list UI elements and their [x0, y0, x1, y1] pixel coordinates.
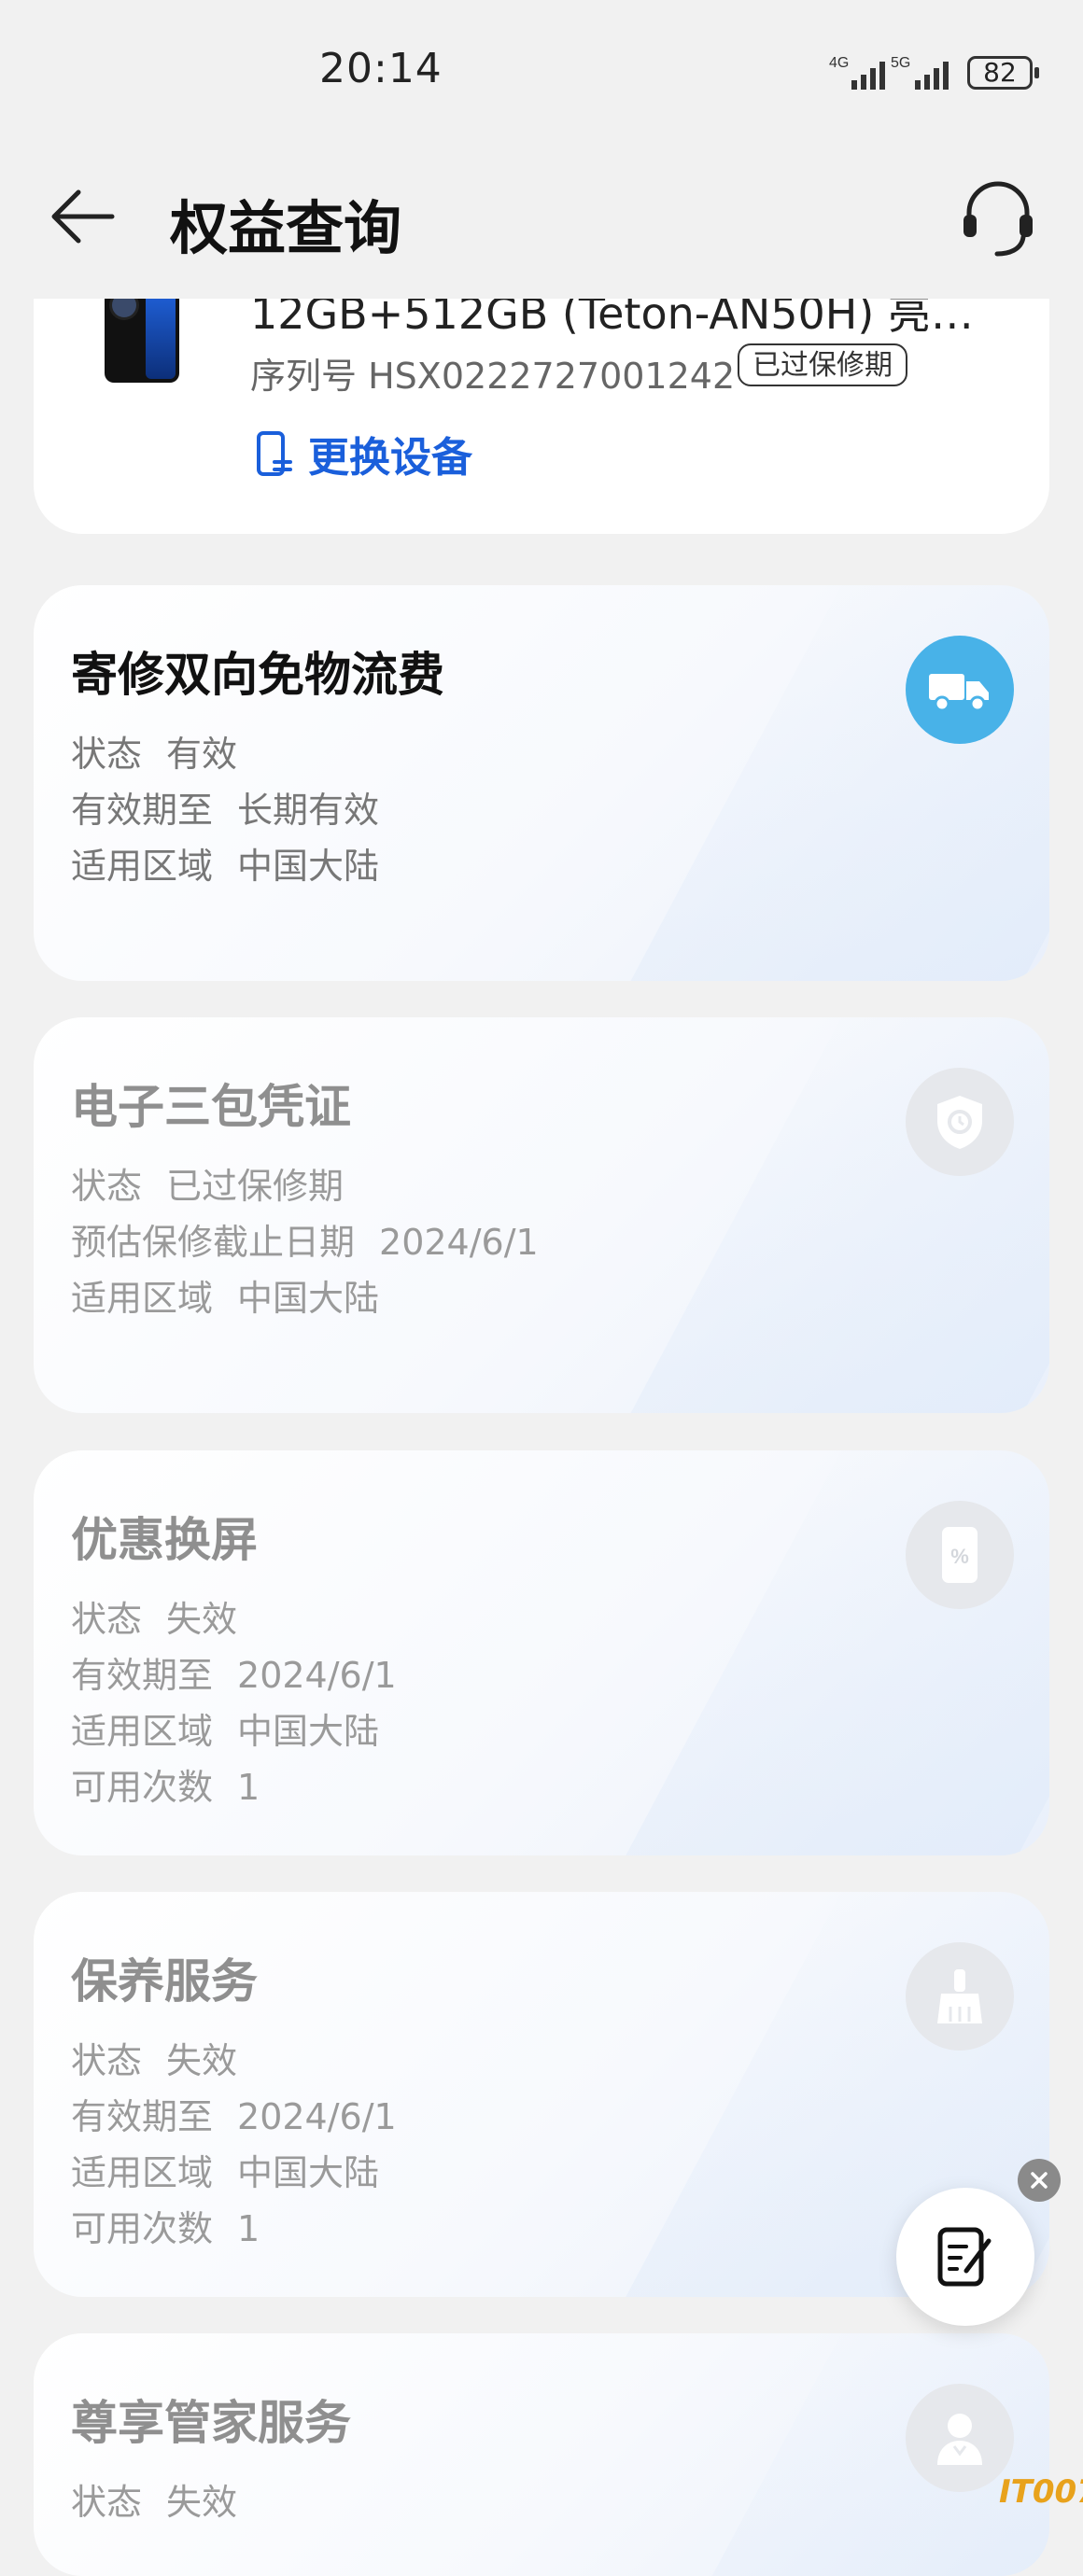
serial-value: HSX0222727001242: [368, 356, 736, 397]
status-bar: 20:14 4G 5G 82: [0, 0, 1083, 140]
benefit-title: 寄修双向免物流费: [71, 648, 444, 702]
close-feedback-button[interactable]: [1018, 2159, 1061, 2202]
warranty-status-badge: 已过保修期: [738, 343, 907, 386]
change-device-label: 更换设备: [308, 434, 472, 482]
battery-icon: 82: [967, 56, 1033, 90]
benefit-row: 状态 失效: [71, 1599, 238, 1640]
benefit-row: 适用区域 中国大陆: [71, 2152, 380, 2193]
benefit-row: 状态 失效: [71, 2482, 238, 2523]
benefit-row: 状态 有效: [71, 734, 238, 775]
customer-service-icon[interactable]: [956, 175, 1040, 259]
benefit-row: 状态 已过保修期: [71, 1166, 345, 1207]
benefit-card-logistics[interactable]: 寄修双向免物流费 状态 有效 有效期至 长期有效 适用区域 中国大陆: [34, 585, 1049, 981]
benefit-row: 状态 失效: [71, 2040, 238, 2081]
benefit-card-screen[interactable]: 优惠换屏 状态 失效 有效期至 2024/6/1 适用区域 中国大陆 可用次数 1 %: [34, 1450, 1049, 1855]
device-serial: 序列号 HSX0222727001242: [250, 347, 735, 399]
benefit-row: 可用次数 1: [71, 2208, 260, 2249]
benefit-row: 预估保修截止日期 2024/6/1: [71, 1222, 539, 1263]
change-device-button[interactable]: 更换设备: [256, 426, 472, 482]
device-switch-icon: [257, 431, 292, 476]
watermark-logo: IT007: [999, 2473, 1083, 2511]
back-arrow-icon[interactable]: [47, 179, 121, 254]
phone-percent-icon: %: [906, 1501, 1014, 1609]
close-icon: [1031, 2172, 1048, 2189]
benefit-title: 电子三包凭证: [71, 1080, 351, 1134]
status-time: 20:14: [319, 45, 443, 92]
benefit-title: 优惠换屏: [71, 1513, 258, 1567]
benefit-row: 有效期至 长期有效: [71, 790, 380, 831]
benefit-row: 适用区域 中国大陆: [71, 1278, 380, 1319]
benefit-card-warranty[interactable]: 电子三包凭证 状态 已过保修期 预估保修截止日期 2024/6/1 适用区域 中国大陆: [34, 1017, 1049, 1413]
page-title: 权益查询: [170, 194, 402, 262]
broom-icon: [906, 1942, 1014, 2051]
benefit-row: 有效期至 2024/6/1: [71, 1655, 397, 1696]
benefit-row: 适用区域 中国大陆: [71, 1711, 380, 1752]
edit-note-icon: [937, 2227, 992, 2287]
benefit-row: 有效期至 2024/6/1: [71, 2096, 397, 2137]
benefit-row: 可用次数 1: [71, 1767, 260, 1808]
app-bar: 权益查询: [0, 140, 1083, 299]
svg-text:%: %: [950, 1545, 969, 1568]
feedback-button[interactable]: [896, 2188, 1034, 2326]
signal-4g-icon: 4G: [829, 55, 885, 90]
benefit-row: 适用区域 中国大陆: [71, 846, 380, 887]
benefit-card-maintenance[interactable]: 保养服务 状态 失效 有效期至 2024/6/1 适用区域 中国大陆 可用次数 1: [34, 1892, 1049, 2297]
battery-cap: [1034, 67, 1039, 78]
svg-text:4G: 4G: [829, 55, 849, 71]
svg-text:5G: 5G: [891, 55, 910, 71]
truck-icon: [906, 636, 1014, 744]
shield-clock-icon: [906, 1068, 1014, 1176]
benefit-title: 保养服务: [71, 1954, 258, 2009]
benefit-title: 尊享管家服务: [71, 2396, 351, 2450]
signal-5g-icon: 5G: [891, 55, 949, 90]
device-image: [105, 289, 179, 383]
benefit-card-butler[interactable]: 尊享管家服务 状态 失效: [34, 2333, 1049, 2576]
butler-icon: [906, 2384, 1014, 2492]
serial-label: 序列号: [250, 356, 358, 397]
